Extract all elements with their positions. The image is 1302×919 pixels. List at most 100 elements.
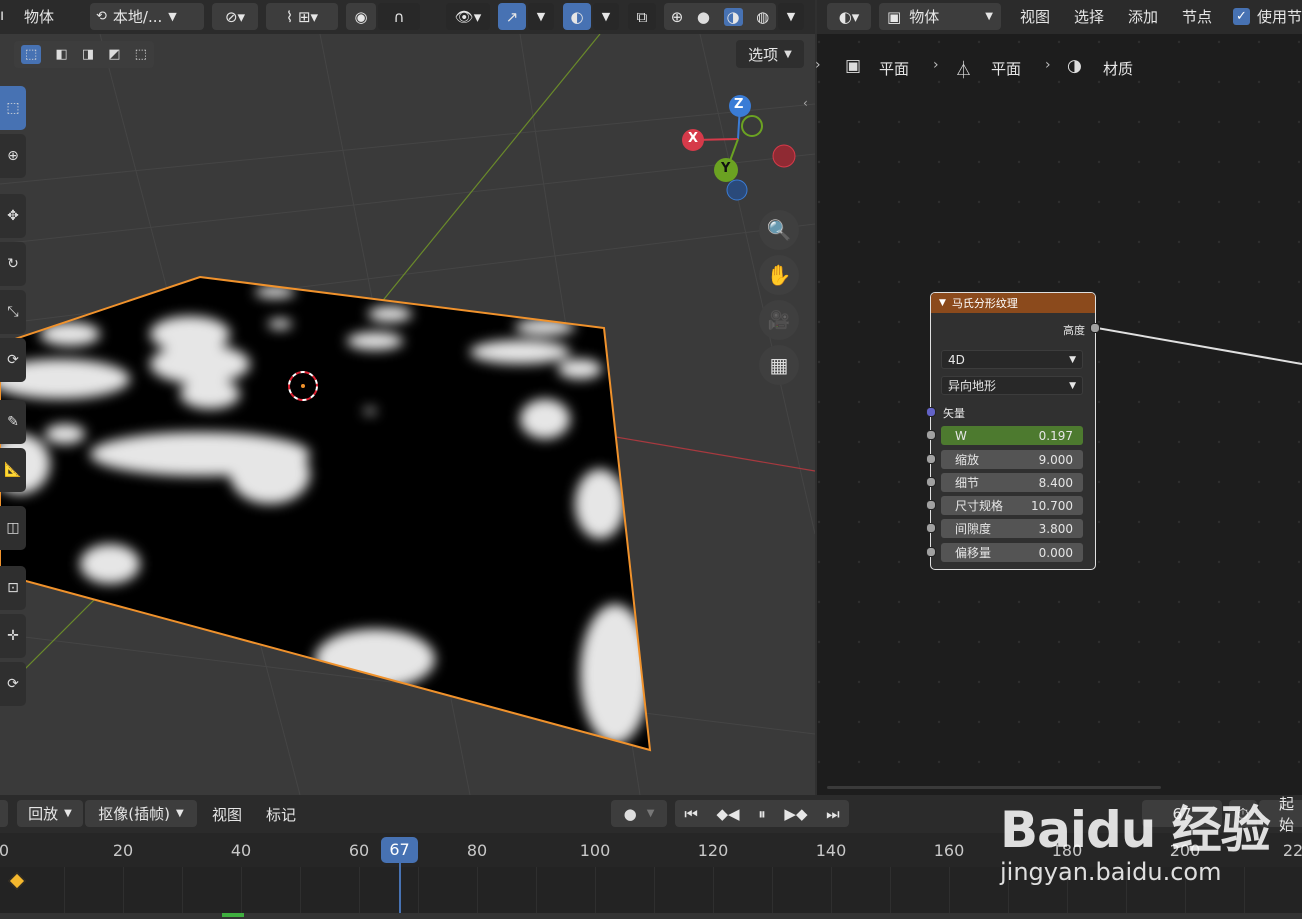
tool-extra-icon: ⊡: [7, 580, 19, 596]
x-axis-line: [609, 435, 815, 472]
lacunarity-label: 间隙度: [955, 522, 992, 536]
node-scrollbar[interactable]: [827, 786, 1161, 789]
output-height-socket[interactable]: [1090, 323, 1100, 333]
keying-menu[interactable]: 抠像(插帧) ▼: [85, 800, 197, 827]
material-shading-icon[interactable]: ◑: [723, 7, 743, 26]
tool-extra-2[interactable]: ✛: [0, 614, 26, 658]
visibility-dropdown[interactable]: 👁▾: [446, 3, 490, 30]
gizmo-dropdown[interactable]: ▼: [528, 3, 554, 30]
tool-extra-1[interactable]: ⊡: [0, 566, 26, 610]
object-menu[interactable]: 物体: [24, 6, 54, 27]
playback-menu[interactable]: 回放 ▼: [17, 800, 83, 827]
gizmo-toggle[interactable]: ↗: [498, 3, 526, 30]
playhead-line[interactable]: [399, 863, 401, 913]
timeline-scrollbar[interactable]: [0, 913, 1302, 919]
collapse-chevron-icon[interactable]: ▼: [939, 298, 946, 308]
next-keyframe-icon[interactable]: ▶◆: [784, 805, 807, 823]
jump-end-icon[interactable]: ⏭: [826, 805, 840, 823]
cube-icon: ◫: [6, 520, 20, 536]
zoom-button[interactable]: 🔍: [759, 210, 799, 250]
dimension-size-field[interactable]: 尺寸规格 10.700: [941, 496, 1083, 515]
tool-move[interactable]: ✥: [0, 194, 26, 238]
select-invert-icon[interactable]: ◩: [108, 47, 120, 62]
chevron-down-icon: ▼: [64, 808, 72, 819]
lacunarity-field[interactable]: 间隙度 3.800: [941, 519, 1083, 538]
output-height-label: 高度: [1063, 324, 1085, 337]
timeline-view-menu[interactable]: 视图: [212, 804, 242, 825]
chevron-down-icon[interactable]: ▼: [647, 808, 655, 819]
wireframe-shading-icon[interactable]: ⊕: [671, 8, 684, 26]
tool-scale[interactable]: ⤡: [0, 290, 26, 334]
select-subtract-icon[interactable]: ◨: [82, 47, 94, 62]
scale-input-socket[interactable]: [926, 454, 936, 464]
falloff-dropdown[interactable]: ∩: [378, 3, 420, 30]
timeline-editor-type[interactable]: [0, 800, 8, 827]
playhead-label[interactable]: 67: [381, 837, 418, 863]
rendered-shading-icon[interactable]: ◍: [756, 8, 769, 26]
tool-measure[interactable]: 📐: [0, 448, 26, 492]
breadcrumb-material: 材质: [1103, 60, 1134, 78]
viewport-header: ı 物体 ⟲ 本地/... ▼ ⊘▾ ⌇ ⊞▾ ◉ ∩ 👁▾ ↗ ▼ ◐ ▼ ⧉…: [0, 0, 815, 34]
tool-rotate[interactable]: ↻: [0, 242, 26, 286]
w-field[interactable]: W 0.197: [941, 426, 1083, 445]
watermark-url: jingyan.baidu.com: [1000, 858, 1222, 886]
snap-dropdown[interactable]: ⌇ ⊞▾: [266, 3, 338, 30]
pause-icon[interactable]: ⏸: [758, 805, 766, 823]
scale-field[interactable]: 缩放 9.000: [941, 450, 1083, 469]
tool-add-cube[interactable]: ◫: [0, 506, 26, 550]
menu-add[interactable]: 添加: [1128, 6, 1158, 27]
breadcrumb-object: 平面: [879, 60, 910, 78]
use-nodes-checkbox[interactable]: ✓: [1233, 8, 1250, 25]
menu-node[interactable]: 节点: [1182, 6, 1212, 27]
chevron-down-icon: ▼: [176, 808, 184, 819]
lacunarity-input-socket[interactable]: [926, 523, 936, 533]
tool-cursor[interactable]: ⊕: [0, 134, 26, 178]
vector-input-label: 矢量: [943, 407, 965, 420]
shading-dropdown[interactable]: ▼: [778, 3, 804, 30]
sidebar-toggle-icon[interactable]: ‹: [803, 96, 808, 110]
material-icon: ◑: [1067, 56, 1082, 76]
jump-start-icon[interactable]: ⏮: [684, 805, 698, 823]
camera-view-button[interactable]: 🎥: [759, 300, 799, 340]
overlay-toggle[interactable]: ◐: [563, 3, 591, 30]
solid-shading-icon[interactable]: ●: [697, 8, 710, 26]
playback-label: 回放: [28, 805, 59, 823]
prev-keyframe-icon[interactable]: ◆◀: [717, 805, 740, 823]
lacunarity-value: 3.800: [1038, 521, 1073, 536]
detail-input-socket[interactable]: [926, 477, 936, 487]
3d-viewport[interactable]: Z X Y 选项 ▼ ⬚ ◧ ◨ ◩ ⬚ 🔍 ✋ 🎥 ▦ ‹: [0, 34, 815, 795]
select-new-icon[interactable]: ⬚: [21, 45, 42, 64]
pan-button[interactable]: ✋: [759, 255, 799, 295]
timeline-marker-menu[interactable]: 标记: [266, 804, 296, 825]
vector-input-socket[interactable]: [926, 407, 936, 417]
select-intersect-icon[interactable]: ⬚: [135, 47, 147, 62]
measure-icon: 📐: [4, 462, 22, 478]
detail-field[interactable]: 细节 8.400: [941, 473, 1083, 492]
timeline-scrollbar-thumb[interactable]: [222, 913, 244, 917]
tool-annotate[interactable]: ✎: [0, 400, 26, 444]
transform-orientation-dropdown[interactable]: ⟲ 本地/... ▼: [90, 3, 204, 30]
menu-view[interactable]: 视图: [1020, 6, 1050, 27]
editor-type-dropdown[interactable]: ◐▾: [827, 3, 871, 30]
dimension-select[interactable]: 4D ▼: [941, 350, 1083, 369]
shader-type-dropdown[interactable]: ▣ 物体 ▼: [879, 3, 1001, 30]
offset-field[interactable]: 偏移量 0.000: [941, 543, 1083, 562]
perspective-toggle-button[interactable]: ▦: [759, 345, 799, 385]
w-input-socket[interactable]: [926, 430, 936, 440]
overlay-dropdown[interactable]: ▼: [593, 3, 619, 30]
options-dropdown[interactable]: 选项 ▼: [736, 40, 804, 68]
offset-input-socket[interactable]: [926, 547, 936, 557]
tool-transform[interactable]: ⟳: [0, 338, 26, 382]
dimension-input-socket[interactable]: [926, 500, 936, 510]
musgrave-texture-node[interactable]: ▼ 马氏分形纹理 高度 4D ▼ 异向地形 ▼ 矢量 W 0.197 缩放 9.…: [930, 292, 1096, 570]
tool-extra-3[interactable]: ⟳: [0, 662, 26, 706]
tool-select-box[interactable]: ⬚: [0, 86, 26, 130]
proportional-edit-toggle[interactable]: ◉: [346, 3, 376, 30]
select-extend-icon[interactable]: ◧: [55, 47, 67, 62]
record-icon[interactable]: ●: [624, 805, 637, 823]
xray-toggle[interactable]: ⧉: [628, 3, 656, 30]
pivot-point-dropdown[interactable]: ⊘▾: [212, 3, 258, 30]
musgrave-type-select[interactable]: 异向地形 ▼: [941, 376, 1083, 395]
node-header[interactable]: ▼ 马氏分形纹理: [931, 293, 1095, 313]
menu-select[interactable]: 选择: [1074, 6, 1104, 27]
